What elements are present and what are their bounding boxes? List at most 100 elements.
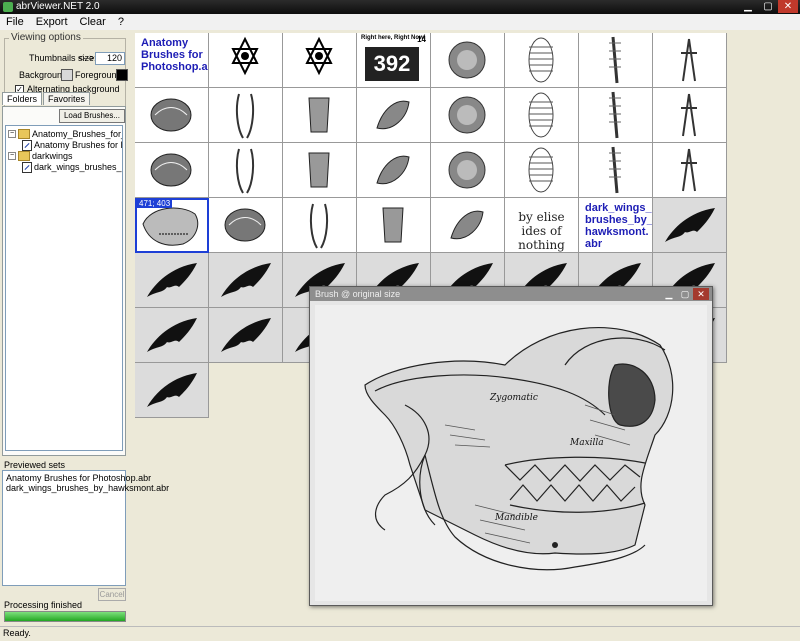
collapse-icon[interactable]: − bbox=[8, 152, 16, 160]
previewed-sets-label: Previewed sets bbox=[4, 460, 66, 470]
brush-thumbnail[interactable] bbox=[135, 253, 209, 308]
brush-thumbnail[interactable] bbox=[653, 88, 727, 143]
brush-thumbnail[interactable] bbox=[357, 88, 431, 143]
menu-help[interactable]: ? bbox=[112, 14, 130, 30]
brush-thumbnail[interactable] bbox=[135, 143, 209, 198]
wing-brush-image bbox=[147, 318, 197, 352]
skull-brush-image: Zygomatic Maxilla Mandible bbox=[364, 327, 674, 571]
brush-thumbnail[interactable] bbox=[431, 143, 505, 198]
label-mandible: Mandible bbox=[494, 513, 538, 523]
brush-thumbnail[interactable] bbox=[209, 88, 283, 143]
left-panel: Viewing options Thumbnails size: <--> 12… bbox=[0, 30, 169, 626]
brush-thumbnail[interactable]: Anatomy Brushes for Photoshop.abr bbox=[135, 33, 209, 88]
cancel-button[interactable]: Cancel bbox=[98, 588, 126, 601]
tab-folders[interactable]: Folders bbox=[2, 92, 43, 105]
tree-item-anatomy-abr[interactable]: Anatomy Brushes for Photoshop.abr bbox=[22, 139, 122, 151]
brush-thumbnail[interactable] bbox=[283, 88, 357, 143]
anatomy-brush-image bbox=[609, 146, 621, 194]
window-controls: ▁ ▢ ✕ bbox=[738, 0, 798, 13]
brush-thumbnail[interactable] bbox=[505, 88, 579, 143]
tree-item-darkwings-folder[interactable]: − darkwings bbox=[8, 151, 73, 161]
foreground-color-swatch[interactable] bbox=[116, 69, 128, 81]
close-icon[interactable]: ✕ bbox=[778, 0, 798, 13]
anatomy-brush-image bbox=[150, 153, 192, 187]
preview-title: Brush @ original size bbox=[315, 289, 401, 299]
wing-brush-image bbox=[147, 373, 197, 407]
tab-favorites[interactable]: Favorites bbox=[43, 92, 91, 105]
brush-thumbnail[interactable] bbox=[209, 143, 283, 198]
brush-thumbnail[interactable] bbox=[431, 88, 505, 143]
brush-thumbnail[interactable] bbox=[209, 198, 283, 253]
anatomy-brush-image bbox=[150, 98, 192, 132]
brush-set-label: Anatomy Brushes for Photoshop.abr bbox=[141, 37, 208, 73]
collapse-icon[interactable]: − bbox=[8, 130, 16, 138]
brush-thumbnail[interactable]: Right here, Right Now! 14 392 bbox=[357, 33, 431, 88]
anatomy-brush-image bbox=[224, 208, 266, 242]
brush-preview-window: Brush @ original size ▁ ▢ ✕ Zygomatic Ma… bbox=[309, 286, 713, 606]
brush-thumbnail[interactable] bbox=[283, 143, 357, 198]
brush-thumbnail[interactable] bbox=[135, 363, 209, 418]
tree-item-darkwings-abr[interactable]: dark_wings_brushes_by_hawksmont.abr bbox=[22, 161, 122, 173]
preview-title-bar: Brush @ original size ▁ ▢ ✕ bbox=[310, 287, 712, 301]
processing-label: Processing finished bbox=[4, 600, 83, 610]
menu-file[interactable]: File bbox=[0, 14, 30, 30]
brush-thumbnail[interactable] bbox=[209, 33, 283, 88]
anatomy-brush-image bbox=[448, 41, 486, 79]
brush-preview-canvas: Zygomatic Maxilla Mandible bbox=[315, 305, 707, 601]
brush-thumbnail[interactable] bbox=[431, 198, 505, 253]
anatomy-brush-image bbox=[308, 152, 330, 188]
previewed-sets-list: Anatomy Brushes for Photoshop.abr dark_w… bbox=[2, 470, 169, 586]
brush-thumbnail[interactable]: 471; 403 bbox=[135, 198, 209, 253]
brush-thumbnail[interactable] bbox=[283, 198, 357, 253]
brush-thumbnail[interactable] bbox=[579, 88, 653, 143]
anatomy-brush-image bbox=[382, 207, 404, 243]
brush-thumbnail[interactable] bbox=[653, 143, 727, 198]
previewed-set-item[interactable]: dark_wings_brushes_by_hawksmont.abr bbox=[6, 483, 169, 493]
brush-thumbnail[interactable] bbox=[209, 308, 283, 363]
minimize-icon[interactable]: ▁ bbox=[661, 288, 677, 300]
text-brush: by elise ides of nothing bbox=[518, 210, 565, 252]
brush-thumbnail[interactable]: dark_wings_ brushes_by_ hawksmont. abr bbox=[579, 198, 653, 253]
brush-thumbnail[interactable] bbox=[653, 198, 727, 253]
brush-thumbnail[interactable] bbox=[135, 308, 209, 363]
brush-thumbnail[interactable] bbox=[653, 33, 727, 88]
brush-thumbnail[interactable] bbox=[357, 143, 431, 198]
brush-thumbnail[interactable] bbox=[579, 33, 653, 88]
brush-thumbnail[interactable] bbox=[505, 33, 579, 88]
brush-thumbnail[interactable] bbox=[283, 33, 357, 88]
brush-thumbnail[interactable]: by elise ides of nothing bbox=[505, 198, 579, 253]
anatomy-brush-image bbox=[681, 148, 697, 192]
tree-item-label: Anatomy Brushes for Photoshop.abr bbox=[34, 140, 122, 150]
brush-thumbnail[interactable] bbox=[357, 198, 431, 253]
minimize-icon[interactable]: ▁ bbox=[738, 0, 758, 13]
status-bar: Ready. bbox=[0, 626, 800, 641]
wing-brush-image bbox=[221, 263, 271, 297]
background-color-swatch[interactable] bbox=[61, 69, 73, 81]
brush-thumbnail[interactable] bbox=[431, 33, 505, 88]
brush-thumbnail[interactable] bbox=[505, 143, 579, 198]
menu-export[interactable]: Export bbox=[30, 14, 74, 30]
brush-thumbnail[interactable] bbox=[579, 143, 653, 198]
anatomy-brush-image bbox=[308, 97, 330, 133]
brush-thumbnail[interactable] bbox=[209, 253, 283, 308]
anatomy-brush-image bbox=[376, 100, 410, 130]
brush-thumbnail[interactable] bbox=[135, 88, 209, 143]
anatomy-brush-image bbox=[528, 147, 554, 193]
load-brushes-button[interactable]: Load Brushes... bbox=[59, 109, 125, 123]
window-title: abrViewer.NET 2.0 bbox=[16, 1, 100, 12]
menu-clear[interactable]: Clear bbox=[74, 14, 112, 30]
progress-bar bbox=[4, 611, 126, 622]
label-maxilla: Maxilla bbox=[569, 438, 604, 448]
selection-coordinates: 471; 403 bbox=[137, 199, 173, 208]
thumbnail-size-input[interactable]: 120 bbox=[95, 52, 125, 65]
anatomy-brush-image bbox=[681, 38, 697, 82]
anatomy-brush-image bbox=[609, 36, 621, 84]
maximize-icon[interactable]: ▢ bbox=[758, 0, 778, 13]
maximize-icon[interactable]: ▢ bbox=[677, 288, 693, 300]
folder-icon bbox=[18, 151, 30, 161]
previewed-set-item[interactable]: Anatomy Brushes for Photoshop.abr bbox=[6, 473, 151, 483]
brush-file-icon bbox=[22, 139, 32, 151]
anatomy-brush-image bbox=[528, 37, 554, 83]
close-icon[interactable]: ✕ bbox=[693, 288, 709, 300]
tree-item-anatomy-folder[interactable]: − Anatomy_Brushes_for_PS bbox=[8, 129, 122, 139]
